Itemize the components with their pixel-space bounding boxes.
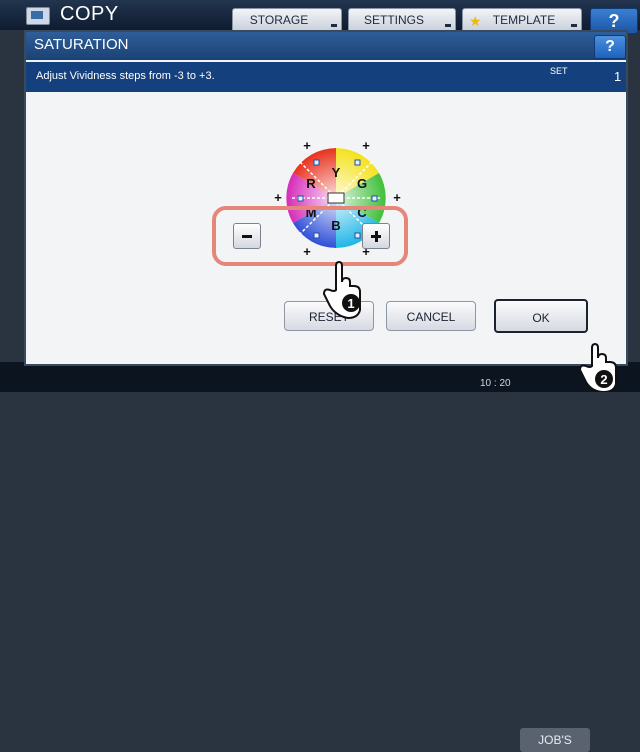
dialog-help-button[interactable]: ? (594, 35, 626, 59)
instruction-text: Adjust Vividness steps from -3 to +3. (36, 70, 215, 82)
dialog-title-bar: SATURATION ? (26, 32, 626, 60)
tab-storage-label: STORAGE (249, 13, 309, 27)
tab-storage[interactable]: STORAGE (232, 8, 342, 31)
jobs-button[interactable]: JOB'S (520, 728, 590, 752)
dropdown-icon (571, 24, 577, 27)
ok-button[interactable]: OK (494, 299, 588, 333)
instruction-bar: Adjust Vividness steps from -3 to +3. SE… (26, 62, 626, 92)
decrease-button[interactable] (233, 223, 261, 249)
tab-template-label: TEMPLATE (492, 13, 556, 27)
star-icon: ★ (469, 13, 482, 29)
set-value: 1 (614, 69, 622, 84)
cancel-button[interactable]: CANCEL (386, 301, 476, 331)
set-label: SET (550, 66, 568, 76)
status-bar: JOB'S (0, 362, 640, 752)
dropdown-icon (445, 24, 451, 27)
tab-settings[interactable]: SETTINGS (348, 8, 456, 31)
top-bar: COPY STORAGE SETTINGS ★ TEMPLATE ? (0, 0, 640, 34)
dropdown-icon (331, 24, 337, 27)
tab-template[interactable]: ★ TEMPLATE (462, 8, 582, 31)
copy-app-icon (26, 7, 50, 25)
clock-time: 10 : 20 (480, 378, 511, 389)
dialog-title: SATURATION (34, 36, 129, 53)
app-title: COPY (60, 3, 119, 25)
tab-settings-label: SETTINGS (363, 13, 424, 27)
reset-button[interactable]: RESET (284, 301, 374, 331)
increase-button[interactable] (362, 223, 390, 249)
